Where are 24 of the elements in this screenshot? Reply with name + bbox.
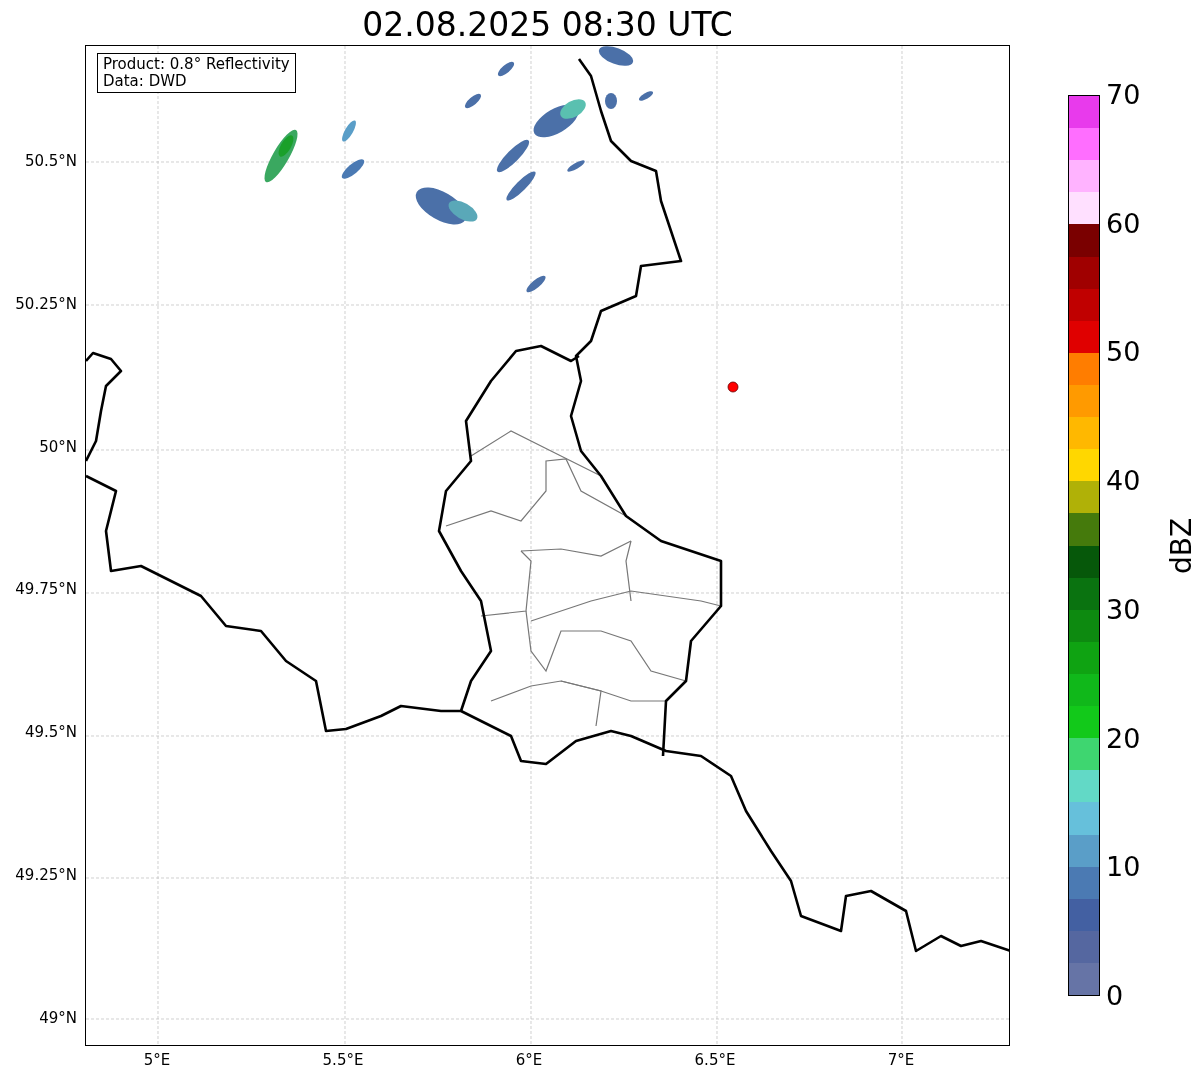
colorbar-label: dBZ (1166, 517, 1198, 574)
longitude-label: 6°E (514, 1051, 544, 1069)
latitude-label: 50.5°N (24, 152, 77, 170)
chart-title: 02.08.2025 08:30 UTC (362, 5, 733, 45)
colorbar-tick-label: 10 (1106, 852, 1141, 883)
longitude-label: 6.5°E (693, 1051, 737, 1069)
longitude-label: 7°E (886, 1051, 916, 1069)
latitude-label: 49°N (39, 1008, 77, 1027)
colorbar-tick-label: 50 (1106, 337, 1141, 368)
latitude-label: 50.25°N (15, 294, 77, 313)
colorbar-tick-label: 70 (1106, 80, 1141, 110)
info-text: Data: DWD (103, 73, 188, 90)
latitude-label: 49.25°N (15, 866, 77, 884)
info-text: Product: 0.8° Reflectivity (103, 56, 290, 73)
longitude-label: 5.5°E (321, 1051, 365, 1069)
colorbar-tick-label: 0 (1106, 981, 1124, 1011)
latitude-label: 49.75°N (15, 580, 77, 599)
latitude-label: 50°N (39, 437, 77, 456)
colorbar-tick-label: 40 (1106, 466, 1141, 497)
colorbar-tick-label: 30 (1106, 594, 1141, 625)
colorbar-tick-label: 60 (1106, 208, 1141, 239)
latitude-label: 49.5°N (24, 723, 77, 742)
colorbar-tick-label: 20 (1106, 723, 1141, 754)
longitude-label: 5°E (142, 1051, 172, 1069)
